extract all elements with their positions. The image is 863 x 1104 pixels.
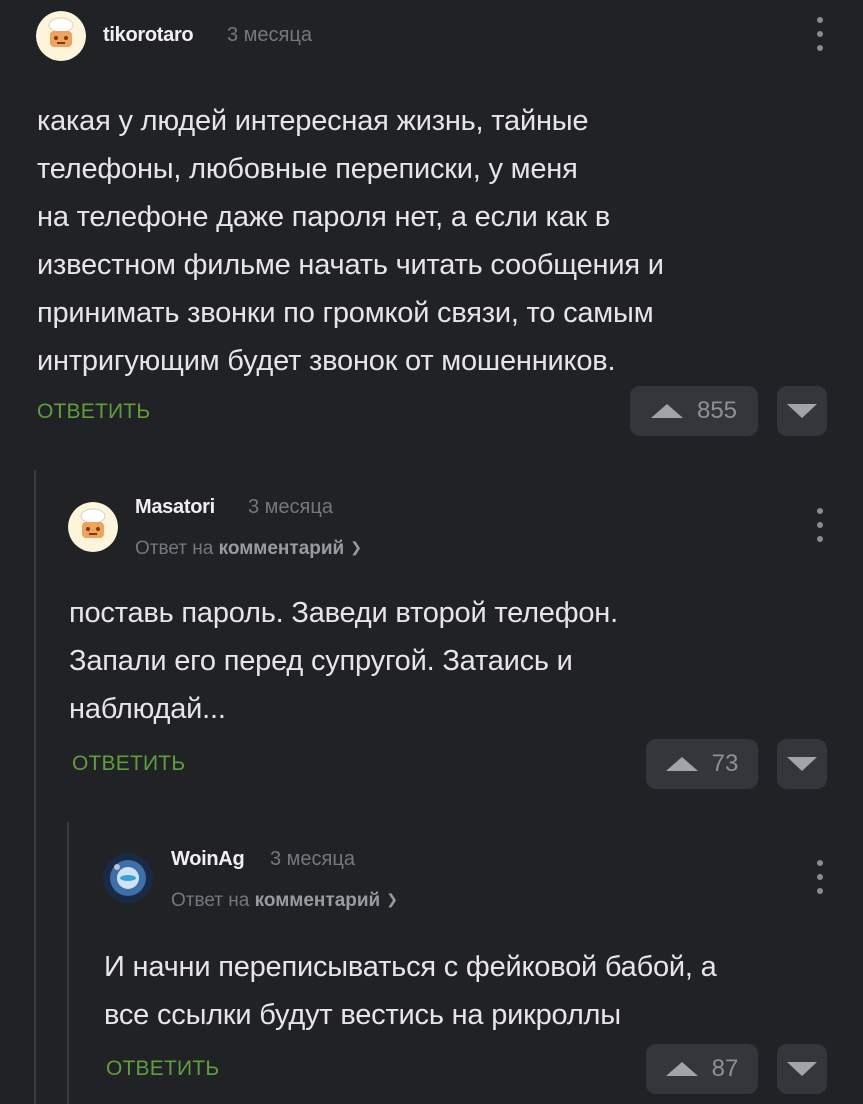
triangle-down-icon (787, 1062, 817, 1076)
author-name[interactable]: WoinAg (171, 848, 245, 871)
reply-button[interactable]: ОТВЕТИТЬ (106, 1057, 219, 1081)
comment-menu-button[interactable] (815, 508, 825, 542)
thread-line-level-1 (34, 470, 36, 1104)
upvote-button[interactable]: 73 (646, 739, 758, 789)
triangle-up-icon (665, 757, 698, 771)
chevron-down-icon: ❯ (350, 539, 362, 555)
comment-text: какая у людей интересная жизнь, тайные т… (37, 105, 664, 377)
reply-to-prefix: Ответ на (135, 538, 214, 559)
comment-time: 3 месяца (227, 24, 312, 46)
reply-button[interactable]: ОТВЕТИТЬ (37, 400, 150, 424)
comment-menu-button[interactable] (815, 17, 825, 51)
thread-line-level-2 (67, 822, 69, 1104)
author-name[interactable]: tikorotaro (103, 24, 194, 47)
reply-button[interactable]: ОТВЕТИТЬ (72, 752, 185, 776)
avatar-image (68, 502, 118, 552)
comment-time: 3 месяца (248, 496, 333, 518)
triangle-up-icon (650, 404, 683, 418)
chevron-down-icon: ❯ (386, 891, 398, 907)
downvote-button[interactable] (777, 739, 827, 789)
avatar-image (36, 11, 86, 61)
reply-to-target: комментарий (218, 538, 345, 559)
upvote-button[interactable]: 87 (646, 1044, 758, 1094)
vertical-dots-icon (817, 860, 823, 866)
upvote-button[interactable]: 855 (630, 386, 758, 436)
triangle-down-icon (787, 404, 817, 418)
triangle-up-icon (665, 1062, 698, 1076)
comment-text: И начни переписываться с фейковой бабой,… (104, 951, 717, 1031)
vertical-dots-icon (817, 508, 823, 514)
rating-count: 855 (696, 397, 738, 424)
avatar[interactable] (103, 853, 153, 903)
reply-to-prefix: Ответ на (171, 890, 250, 911)
avatar[interactable] (36, 11, 86, 61)
vertical-dots-icon (817, 17, 823, 23)
reply-to-link[interactable]: Ответ на комментарий ❯ (171, 890, 398, 912)
downvote-button[interactable] (777, 386, 827, 436)
triangle-down-icon (787, 757, 817, 771)
avatar-image (103, 853, 153, 903)
author-name[interactable]: Masatori (135, 496, 215, 519)
comment-text: поставь пароль. Заведи второй телефон. З… (69, 597, 618, 725)
reply-to-link[interactable]: Ответ на комментарий ❯ (135, 538, 362, 560)
rating-count: 87 (711, 1055, 739, 1082)
avatar[interactable] (68, 502, 118, 552)
downvote-button[interactable] (777, 1044, 827, 1094)
rating-count: 73 (711, 750, 739, 777)
reply-to-target: комментарий (254, 890, 381, 911)
comment-time: 3 месяца (270, 848, 355, 870)
comment-menu-button[interactable] (815, 860, 825, 894)
